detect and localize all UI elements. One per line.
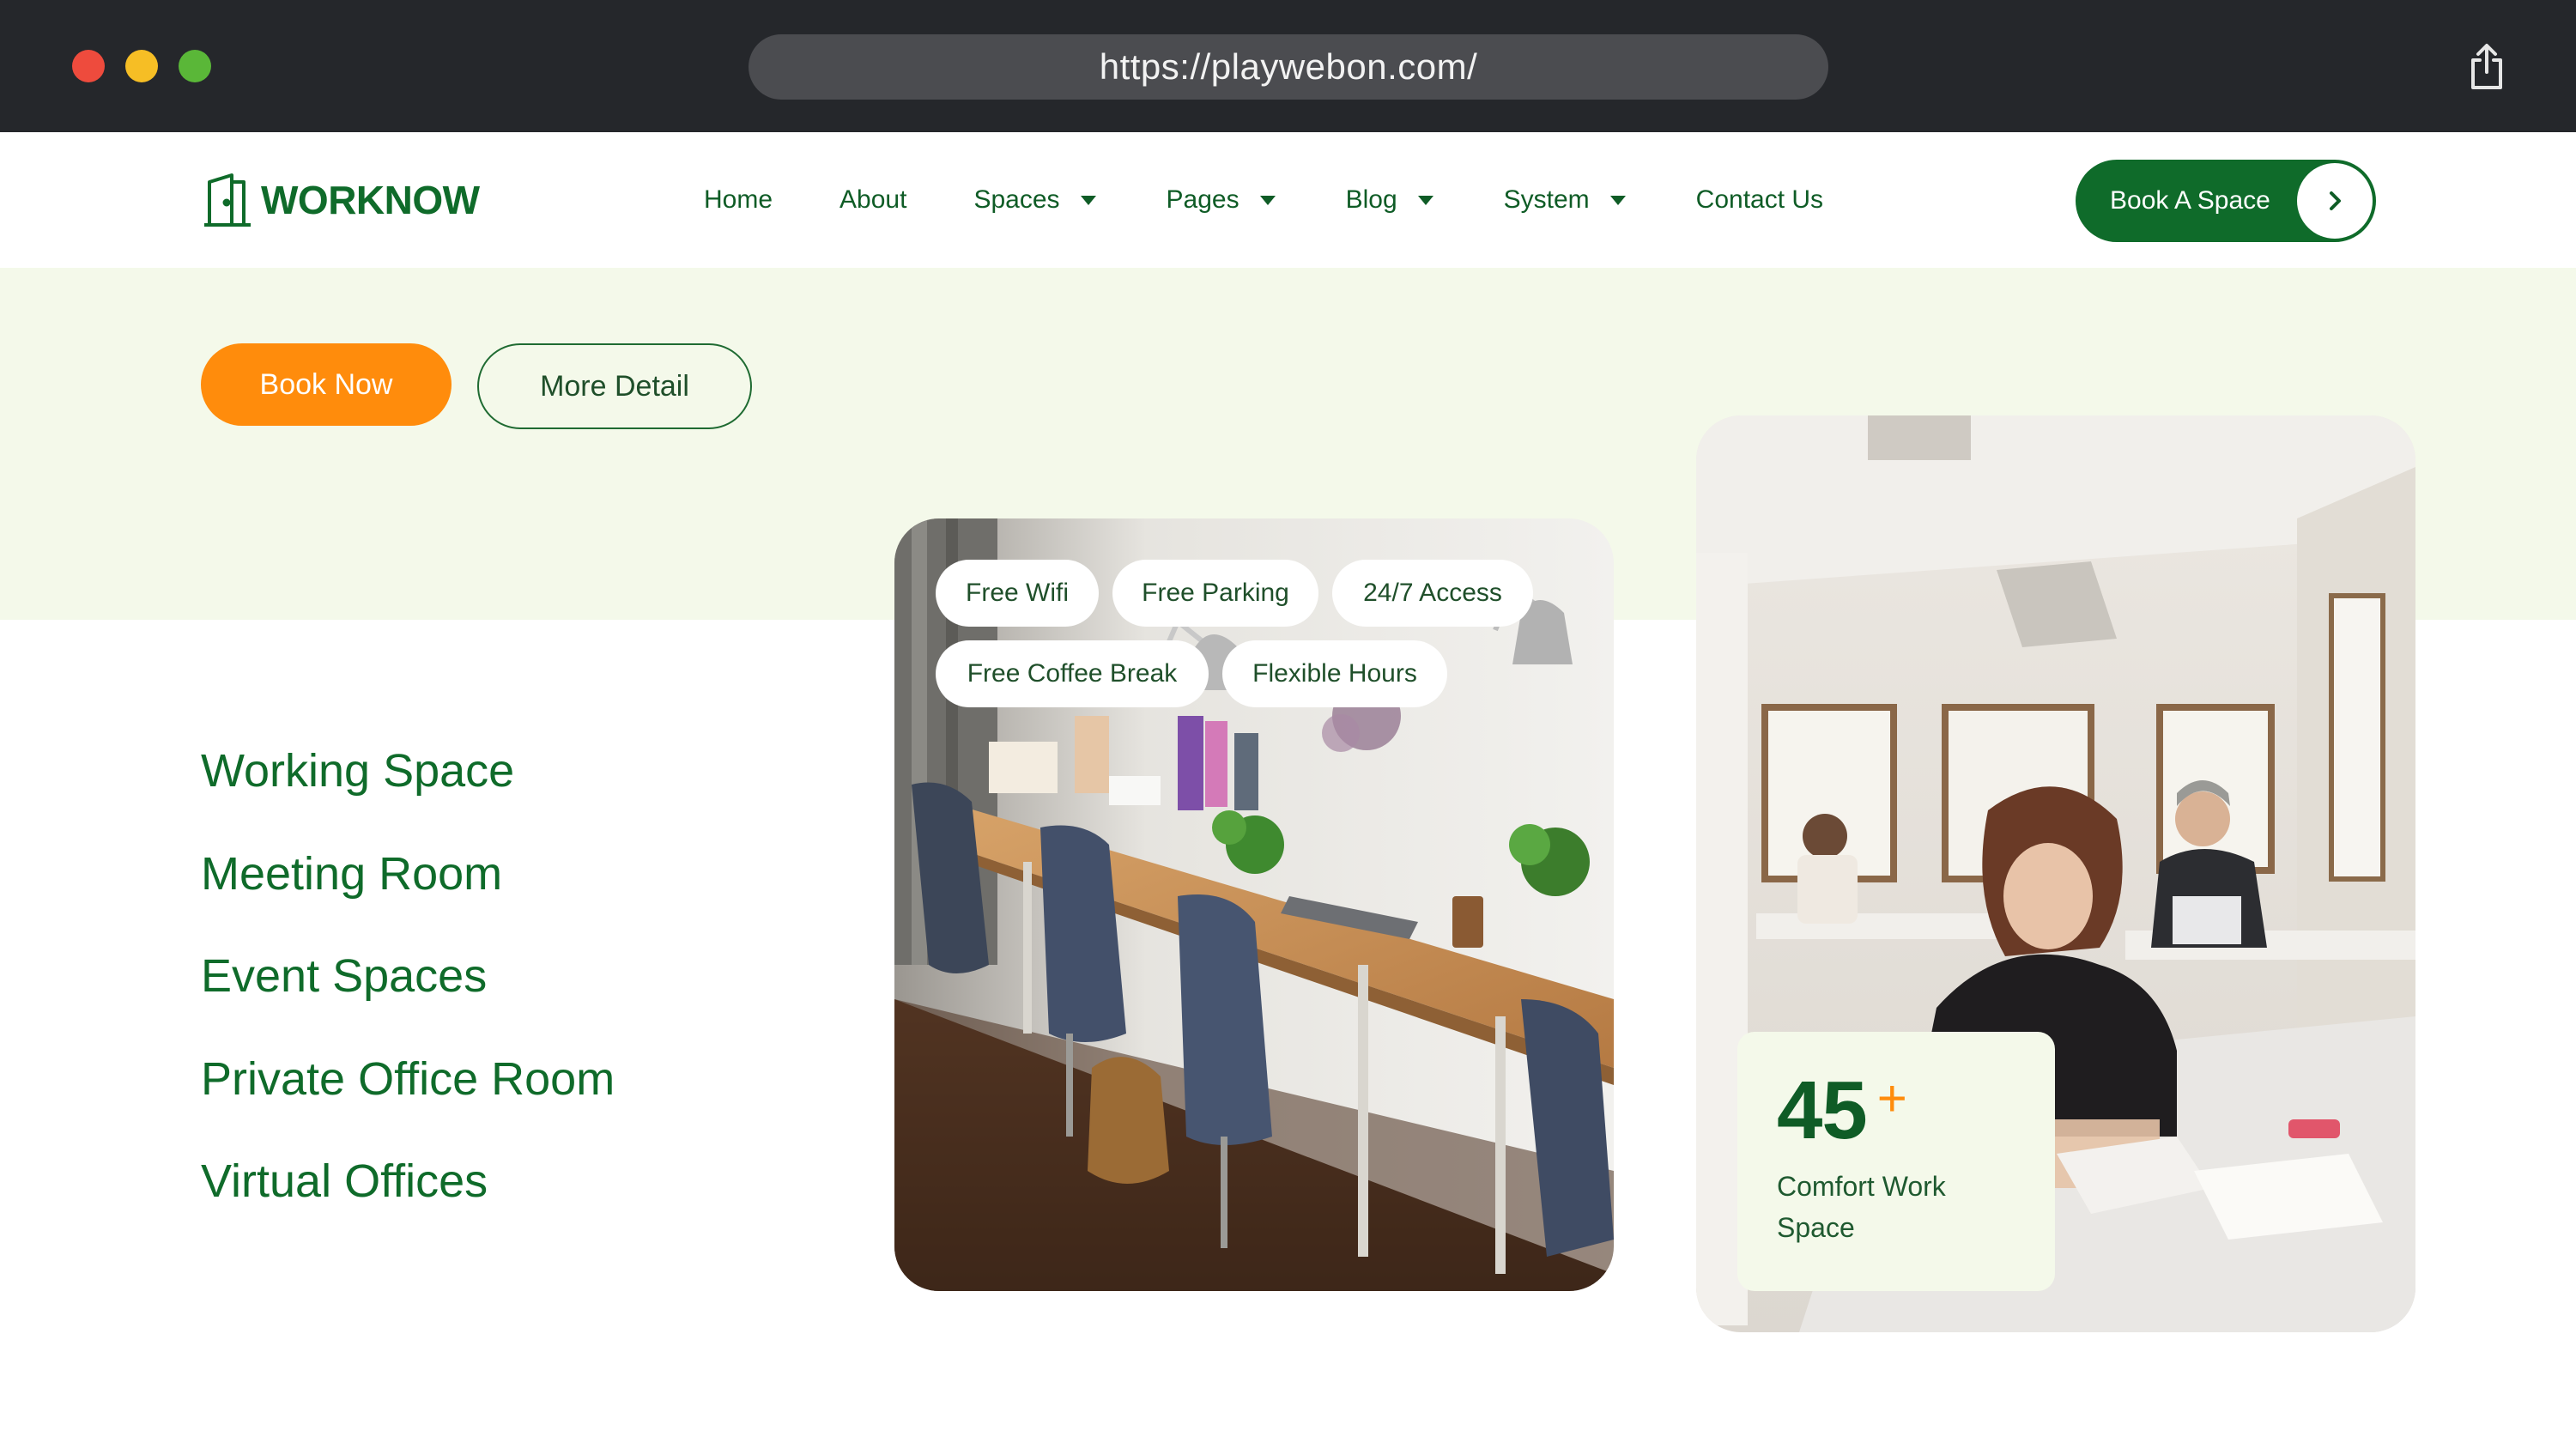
more-detail-button[interactable]: More Detail <box>477 343 752 429</box>
space-link-working-space[interactable]: Working Space <box>201 737 615 840</box>
nav-contact-us-label: Contact Us <box>1695 185 1824 214</box>
caret-down-icon <box>1609 195 1626 205</box>
nav-system-label: System <box>1503 185 1590 214</box>
book-now-label: Book Now <box>259 367 393 401</box>
amenity-tag: Free Coffee Break <box>936 640 1209 707</box>
nav-about[interactable]: About <box>839 185 906 215</box>
logo-text: WORKNOW <box>261 178 480 222</box>
book-a-space-button[interactable]: Book A Space <box>2076 160 2376 242</box>
book-now-button[interactable]: Book Now <box>201 343 452 426</box>
nav-pages-label: Pages <box>1166 185 1240 214</box>
space-link-private-office-room[interactable]: Private Office Room <box>201 1045 615 1148</box>
nav-blog-label: Blog <box>1345 185 1397 214</box>
amenity-tag: Free Parking <box>1112 560 1318 627</box>
book-a-space-label: Book A Space <box>2110 186 2270 215</box>
nav-spaces[interactable]: Spaces <box>973 185 1096 215</box>
space-link-virtual-offices[interactable]: Virtual Offices <box>201 1147 615 1250</box>
browser-chrome: https://playwebon.com/ <box>0 0 2576 132</box>
window-maximize-button[interactable] <box>179 50 211 82</box>
stat-value: 45 <box>1777 1064 1868 1156</box>
main-nav: Home About Spaces Pages Blog System Cont… <box>704 132 1823 268</box>
stat-card: 45 + Comfort Work Space <box>1737 1032 2055 1291</box>
logo[interactable]: WORKNOW <box>201 170 480 230</box>
nav-spaces-label: Spaces <box>973 185 1060 214</box>
nav-contact-us[interactable]: Contact Us <box>1696 185 1823 215</box>
address-bar[interactable]: https://playwebon.com/ <box>749 34 1828 100</box>
stat-suffix: + <box>1876 1070 1907 1127</box>
chevron-right-icon <box>2297 163 2373 239</box>
nav-blog[interactable]: Blog <box>1346 185 1433 215</box>
space-type-list: Working Space Meeting Room Event Spaces … <box>201 737 615 1250</box>
site-header: WORKNOW Home About Spaces Pages Blog Sys… <box>0 132 2576 268</box>
amenity-tag: 24/7 Access <box>1332 560 1533 627</box>
door-logo-icon <box>204 173 251 227</box>
nav-home-label: Home <box>704 185 773 214</box>
share-icon[interactable] <box>2467 43 2506 91</box>
space-link-event-spaces[interactable]: Event Spaces <box>201 942 615 1045</box>
url-text: https://playwebon.com/ <box>1099 46 1478 87</box>
caret-down-icon <box>1259 195 1276 205</box>
nav-system[interactable]: System <box>1504 185 1626 215</box>
caret-down-icon <box>1417 195 1433 205</box>
space-link-meeting-room[interactable]: Meeting Room <box>201 840 615 943</box>
nav-pages[interactable]: Pages <box>1167 185 1276 215</box>
caret-down-icon <box>1080 195 1096 205</box>
coworking-desks-photo <box>894 518 1614 1291</box>
amenity-tag: Flexible Hours <box>1222 640 1447 707</box>
nav-about-label: About <box>839 185 907 214</box>
more-detail-label: More Detail <box>540 369 689 403</box>
stat-label: Comfort Work Space <box>1777 1171 1946 1243</box>
window-minimize-button[interactable] <box>125 50 158 82</box>
stat-number: 45 + <box>1777 1066 2015 1155</box>
nav-home[interactable]: Home <box>704 185 773 215</box>
amenity-tag: Free Wifi <box>936 560 1099 627</box>
window-close-button[interactable] <box>72 50 105 82</box>
